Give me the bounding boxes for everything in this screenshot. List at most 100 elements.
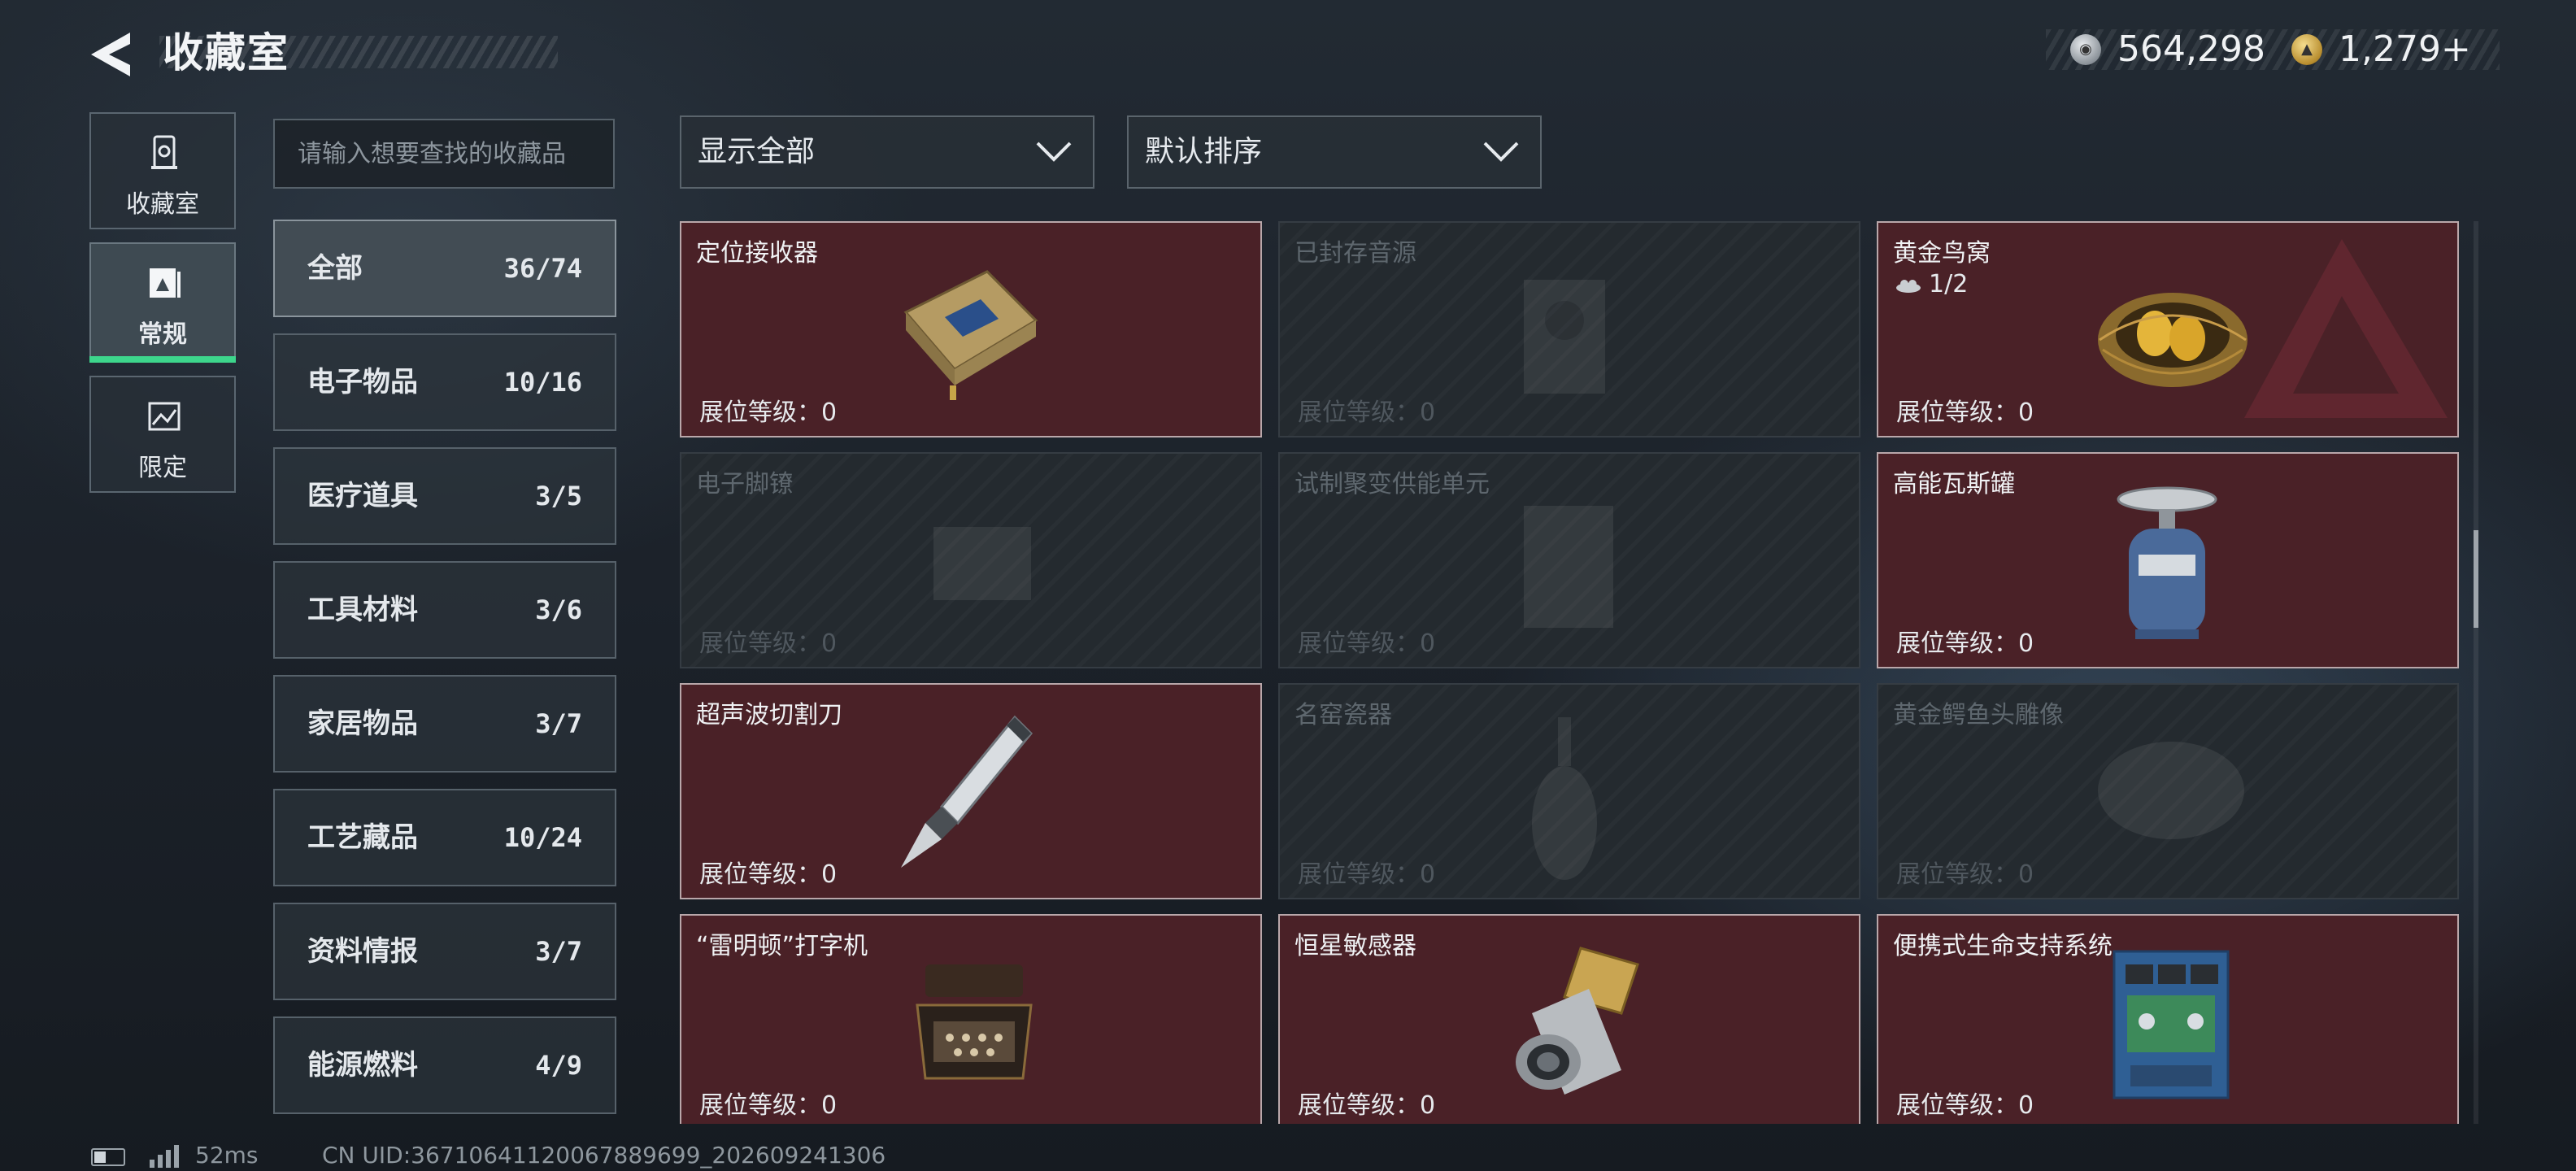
golden-nest-image: [2098, 293, 2247, 387]
category-count: 3/7: [535, 936, 582, 967]
nav-vault-label: 收藏室: [126, 190, 199, 219]
collectibles-grid: 定位接收器 展位等级：0 已封存音源 展位等级：0 黄金鸟窝 1/2 展位等级：…: [680, 221, 2461, 1124]
booth-level: 展位等级：0: [1298, 860, 1436, 889]
item-name: 试制聚变供能单元: [1295, 470, 1490, 498]
item-card-locator-receiver[interactable]: 定位接收器 展位等级：0: [680, 221, 1262, 437]
category-count: 3/5: [535, 481, 582, 511]
show-filter-dropdown[interactable]: 显示全部: [680, 115, 1094, 189]
nav-vault[interactable]: 收藏室: [89, 112, 236, 229]
booth-level: 展位等级：0: [1896, 860, 2034, 889]
show-filter-value: 显示全部: [698, 135, 816, 168]
category-tools[interactable]: 工具材料 3/6: [273, 561, 616, 659]
item-name: 高能瓦斯罐: [1893, 470, 2015, 498]
category-name: 全部: [307, 252, 363, 285]
booth-level: 展位等级：0: [1896, 629, 2034, 658]
grid-scrollbar[interactable]: [2474, 221, 2478, 1124]
user-uid: CN UID:36710641120067889699_202609241306: [322, 1142, 886, 1169]
item-name: “雷明顿”打字机: [696, 932, 868, 960]
silver-coin-icon: ◉: [2070, 34, 2101, 65]
category-name: 家居物品: [307, 707, 418, 740]
item-quantity: 1/2: [1895, 270, 1968, 298]
item-name: 定位接收器: [696, 239, 818, 268]
category-name: 电子物品: [307, 366, 418, 398]
category-medical[interactable]: 医疗道具 3/5: [273, 447, 616, 545]
category-crafts[interactable]: 工艺藏品 10/24: [273, 789, 616, 886]
item-name: 便携式生命支持系统: [1893, 932, 2113, 960]
item-name: 已封存音源: [1295, 239, 1416, 268]
category-name: 资料情报: [307, 935, 418, 968]
category-all[interactable]: 全部 36/74: [273, 220, 616, 317]
vault-icon: [151, 135, 177, 169]
item-card-famous-porcelain[interactable]: 名窑瓷器 展位等级：0: [1278, 683, 1860, 899]
nav-limited-label: 限定: [138, 454, 187, 482]
gold-coin-value[interactable]: 1,279+: [2339, 29, 2471, 70]
gold-coin-icon: ▲: [2291, 34, 2322, 65]
item-name: 恒星敏感器: [1295, 932, 1416, 960]
item-card-sealed-audio[interactable]: 已封存音源 展位等级：0: [1278, 221, 1860, 437]
regular-collection-icon: [150, 268, 181, 298]
faction-emblem-watermark: [2244, 239, 2448, 418]
item-name: 黄金鸟窝: [1893, 239, 1991, 268]
booth-level: 展位等级：0: [1896, 1091, 2034, 1120]
chevron-down-icon: [1036, 141, 1072, 162]
category-count: 3/6: [535, 594, 582, 625]
star-sensor-image: [1516, 947, 1639, 1095]
category-intel[interactable]: 资料情报 3/7: [273, 903, 616, 1000]
booth-level: 展位等级：0: [1298, 629, 1436, 658]
category-count: 10/24: [503, 822, 582, 853]
back-arrow-icon[interactable]: [88, 29, 133, 80]
sort-dropdown[interactable]: 默认排序: [1127, 115, 1542, 189]
limited-collection-icon: [148, 402, 181, 431]
grid-scroll-thumb[interactable]: [2474, 530, 2478, 628]
item-name: 电子脚镣: [696, 470, 794, 498]
category-name: 能源燃料: [307, 1049, 418, 1082]
item-card-portable-life-support[interactable]: 便携式生命支持系统 展位等级：0: [1877, 914, 2459, 1124]
life-support-system-image: [2113, 950, 2230, 1099]
item-name: 超声波切割刀: [696, 701, 842, 729]
booth-level: 展位等级：0: [699, 1091, 838, 1120]
golden-crocodile-statue-image: [2098, 742, 2244, 839]
fusion-power-unit-image: [1524, 506, 1613, 628]
category-name: 工艺藏品: [307, 821, 418, 854]
item-card-golden-crocodile-statue[interactable]: 黄金鳄鱼头雕像 展位等级：0: [1877, 683, 2459, 899]
item-card-remington-typewriter[interactable]: “雷明顿”打字机 展位等级：0: [680, 914, 1262, 1124]
nav-regular-label: 常规: [138, 320, 187, 349]
booth-level: 展位等级：0: [699, 629, 838, 658]
category-count: 4/9: [535, 1050, 582, 1081]
category-name: 医疗道具: [307, 480, 418, 512]
category-household[interactable]: 家居物品 3/7: [273, 675, 616, 773]
booth-level: 展位等级：0: [1298, 1091, 1436, 1120]
nest-quantity-icon: [1896, 279, 1921, 293]
active-tab-indicator: [89, 356, 236, 363]
item-card-electronic-shackle[interactable]: 电子脚镣 展位等级：0: [680, 452, 1262, 668]
item-name: 名窑瓷器: [1295, 701, 1392, 729]
gas-canister-image: [2117, 486, 2217, 639]
category-count: 36/74: [503, 253, 582, 284]
sort-value: 默认排序: [1145, 135, 1263, 168]
category-energy[interactable]: 能源燃料 4/9: [273, 1016, 616, 1114]
category-count: 3/7: [535, 708, 582, 739]
currency-bar: ◉ 564,298 ▲ 1,279+: [2046, 29, 2500, 70]
item-card-fusion-power-unit[interactable]: 试制聚变供能单元 展位等级：0: [1278, 452, 1860, 668]
booth-level: 展位等级：0: [1298, 398, 1436, 427]
locator-receiver-image: [903, 270, 1038, 400]
item-card-ultrasonic-cutter[interactable]: 超声波切割刀 展位等级：0: [680, 683, 1262, 899]
nav-regular[interactable]: 常规: [89, 242, 236, 363]
item-card-golden-nest[interactable]: 黄金鸟窝 1/2 展位等级：0: [1877, 221, 2459, 437]
item-name: 黄金鳄鱼头雕像: [1893, 701, 2064, 729]
category-electronics[interactable]: 电子物品 10/16: [273, 333, 616, 431]
electronic-shackle-image: [933, 527, 1031, 600]
item-card-gas-canister[interactable]: 高能瓦斯罐 展位等级：0: [1877, 452, 2459, 668]
nav-limited[interactable]: 限定: [89, 376, 236, 493]
item-card-star-sensor[interactable]: 恒星敏感器 展位等级：0: [1278, 914, 1860, 1124]
famous-porcelain-image: [1532, 717, 1597, 880]
page-title: 收藏室: [163, 29, 289, 76]
typewriter-image: [916, 964, 1033, 1080]
ultrasonic-cutter-image: [901, 715, 1033, 868]
booth-level: 展位等级：0: [699, 860, 838, 889]
chevron-down-icon: [1483, 141, 1519, 162]
category-name: 工具材料: [307, 594, 418, 626]
silver-coin-value: 564,298: [2117, 28, 2265, 70]
search-input[interactable]: [273, 119, 615, 189]
battery-level: [94, 1151, 106, 1163]
